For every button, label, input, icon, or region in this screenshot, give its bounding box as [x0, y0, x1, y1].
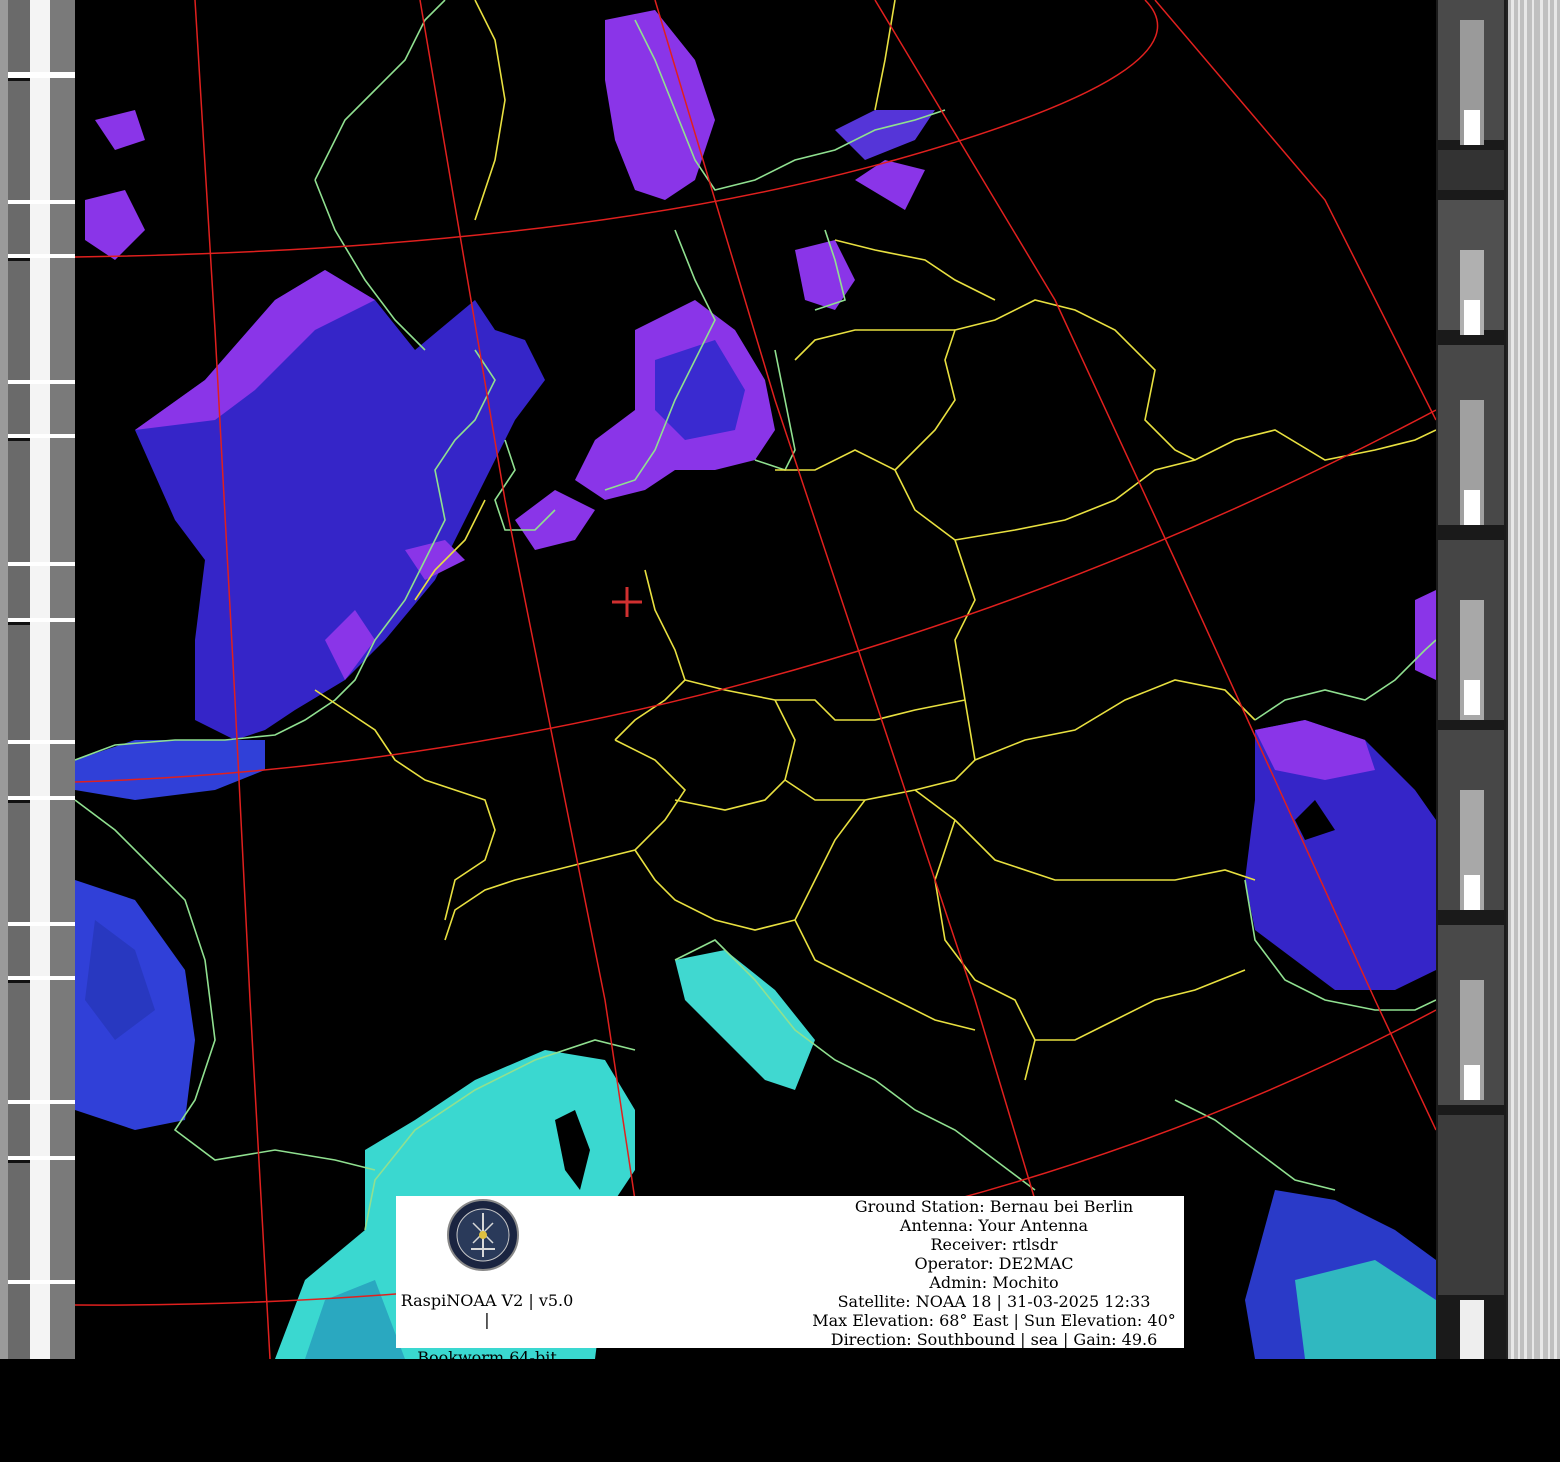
software-url-line: https://raspberry-	[415, 1386, 559, 1405]
right-telemetry-strip	[1436, 0, 1560, 1359]
software-url-line: noaa.localdomain	[415, 1424, 559, 1443]
operator-text: Operator: DE2MAC	[914, 1254, 1074, 1273]
receiver-text: Receiver: rtlsdr	[930, 1235, 1058, 1254]
antenna-text: Antenna: Your Antenna	[899, 1216, 1089, 1235]
station-info: Ground Station: Bernau bei Berlin Antenn…	[804, 1197, 1184, 1349]
left-telemetry-strip	[0, 0, 75, 1359]
software-line: Bookworm 64-bit	[417, 1348, 557, 1367]
ground-station-crosshair-icon	[612, 587, 642, 617]
right-strip-graphic	[1436, 0, 1560, 1359]
raspinoaa-logo-icon	[447, 1199, 519, 1271]
software-info: RaspiNOAA V2 | v5.0 | Bookworm 64-bit ht…	[396, 1272, 578, 1462]
left-strip-graphic	[0, 0, 75, 1359]
ground-station-text: Ground Station: Bernau bei Berlin	[854, 1197, 1134, 1216]
pass-info-panel: RaspiNOAA V2 | v5.0 | Bookworm 64-bit ht…	[396, 1196, 1184, 1443]
admin-text: Admin: Mochito	[929, 1273, 1059, 1292]
map-graphic	[75, 0, 1436, 1359]
satellite-text: Satellite: NOAA 18 | 31-03-2025 12:33	[837, 1292, 1151, 1311]
calibration-wedges	[1438, 0, 1504, 1359]
software-line: RaspiNOAA V2 | v5.0 |	[400, 1291, 574, 1329]
direction-text: Direction: Southbound | sea | Gain: 49.6	[830, 1330, 1158, 1349]
satellite-map-image	[75, 0, 1436, 1359]
elevation-text: Max Elevation: 68° East | Sun Elevation:…	[812, 1311, 1176, 1330]
